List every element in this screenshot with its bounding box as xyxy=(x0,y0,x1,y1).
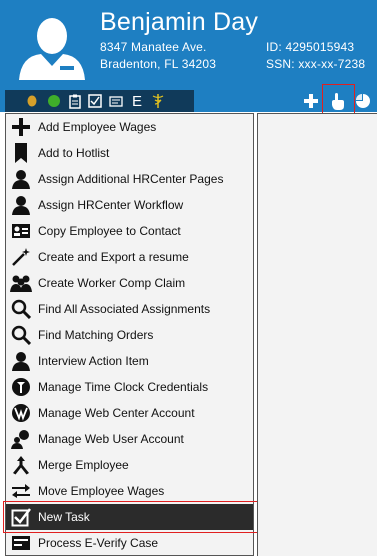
avatar xyxy=(19,18,85,80)
person-icon xyxy=(10,168,32,190)
magnifier-icon xyxy=(10,324,32,346)
menu-item-label: Manage Web User Account xyxy=(38,432,184,446)
menu-item-find-matching-orders[interactable]: Find Matching Orders xyxy=(6,322,253,348)
menu-item-assign-additional-hrcenter-pages[interactable]: Assign Additional HRCenter Pages xyxy=(6,166,253,192)
magic-wand-icon xyxy=(10,246,32,268)
transfer-icon xyxy=(10,480,32,502)
menu-item-find-all-associated-assignments[interactable]: Find All Associated Assignments xyxy=(6,296,253,322)
bookmark-icon xyxy=(10,142,32,164)
coin-icon[interactable] xyxy=(25,93,39,109)
person-icon xyxy=(10,350,32,372)
employee-header: Benjamin Day 8347 Manatee Ave. Bradenton… xyxy=(0,0,377,90)
actions-menu: Add Employee Wages Add to Hotlist Assign… xyxy=(5,113,254,556)
menu-item-label: Add Employee Wages xyxy=(38,120,157,134)
menu-item-label: Add to Hotlist xyxy=(38,146,110,160)
menu-item-label: Interview Action Item xyxy=(38,354,149,368)
contact-card-icon xyxy=(10,220,32,242)
id-card-icon[interactable] xyxy=(109,93,123,109)
menu-item-label: Manage Time Clock Credentials xyxy=(38,380,209,394)
menu-item-label: Copy Employee to Contact xyxy=(38,224,181,238)
selected-item-highlight xyxy=(3,501,274,533)
menu-item-label: Process E-Verify Case xyxy=(38,536,159,550)
menu-item-add-employee-wages[interactable]: Add Employee Wages xyxy=(6,114,253,140)
menu-item-interview-action-item[interactable]: Interview Action Item xyxy=(6,348,253,374)
employee-name: Benjamin Day xyxy=(100,8,259,36)
toolbar-left-group: E xyxy=(5,90,194,112)
clock-icon xyxy=(10,376,32,398)
menu-item-label: Assign Additional HRCenter Pages xyxy=(38,172,224,186)
checklist-icon[interactable] xyxy=(88,93,102,109)
menu-item-label: Manage Web Center Account xyxy=(38,406,195,420)
menu-item-copy-employee-to-contact[interactable]: Copy Employee to Contact xyxy=(6,218,253,244)
menu-item-label: Move Employee Wages xyxy=(38,484,165,498)
menu-item-manage-time-clock-credentials[interactable]: Manage Time Clock Credentials xyxy=(6,374,253,400)
menu-item-add-to-hotlist[interactable]: Add to Hotlist xyxy=(6,140,253,166)
menu-item-label: Find Matching Orders xyxy=(38,328,154,342)
group-icon xyxy=(10,272,32,294)
menu-item-label: Merge Employee xyxy=(38,458,129,472)
address-line-1: 8347 Manatee Ave. xyxy=(100,40,207,54)
letter-e-icon[interactable]: E xyxy=(130,93,144,110)
web-user-icon xyxy=(10,428,32,450)
menu-item-label: Create and Export a resume xyxy=(38,250,189,264)
menu-item-create-worker-comp-claim[interactable]: Create Worker Comp Claim xyxy=(6,270,253,296)
active-tool-highlight xyxy=(322,84,355,115)
add-icon[interactable] xyxy=(302,92,320,110)
green-status-icon[interactable] xyxy=(47,93,61,109)
caduceus-icon[interactable] xyxy=(151,93,165,109)
menu-item-assign-hrcenter-workflow[interactable]: Assign HRCenter Workflow xyxy=(6,192,253,218)
web-account-icon xyxy=(10,402,32,424)
clipboard-icon[interactable] xyxy=(68,93,82,109)
menu-item-label: Create Worker Comp Claim xyxy=(38,276,186,290)
menu-item-merge-employee[interactable]: Merge Employee xyxy=(6,452,253,478)
content-panel xyxy=(257,113,377,556)
person-icon xyxy=(10,194,32,216)
magnifier-icon xyxy=(10,298,32,320)
menu-item-process-e-verify-case[interactable]: Process E-Verify Case xyxy=(6,530,253,556)
employee-ssn: SSN: xxx-xx-7238 xyxy=(266,57,366,71)
menu-item-create-and-export-resume[interactable]: Create and Export a resume xyxy=(6,244,253,270)
plus-icon xyxy=(10,116,32,138)
toolbar: E xyxy=(0,90,377,112)
card-icon xyxy=(10,532,32,554)
merge-icon xyxy=(10,454,32,476)
menu-item-label: Assign HRCenter Workflow xyxy=(38,198,184,212)
address-line-2: Bradenton, FL 34203 xyxy=(100,57,217,71)
menu-item-manage-web-center-account[interactable]: Manage Web Center Account xyxy=(6,400,253,426)
menu-item-label: Find All Associated Assignments xyxy=(38,302,211,316)
pie-chart-icon[interactable] xyxy=(354,92,372,110)
employee-id: ID: 4295015943 xyxy=(266,40,355,54)
menu-item-manage-web-user-account[interactable]: Manage Web User Account xyxy=(6,426,253,452)
